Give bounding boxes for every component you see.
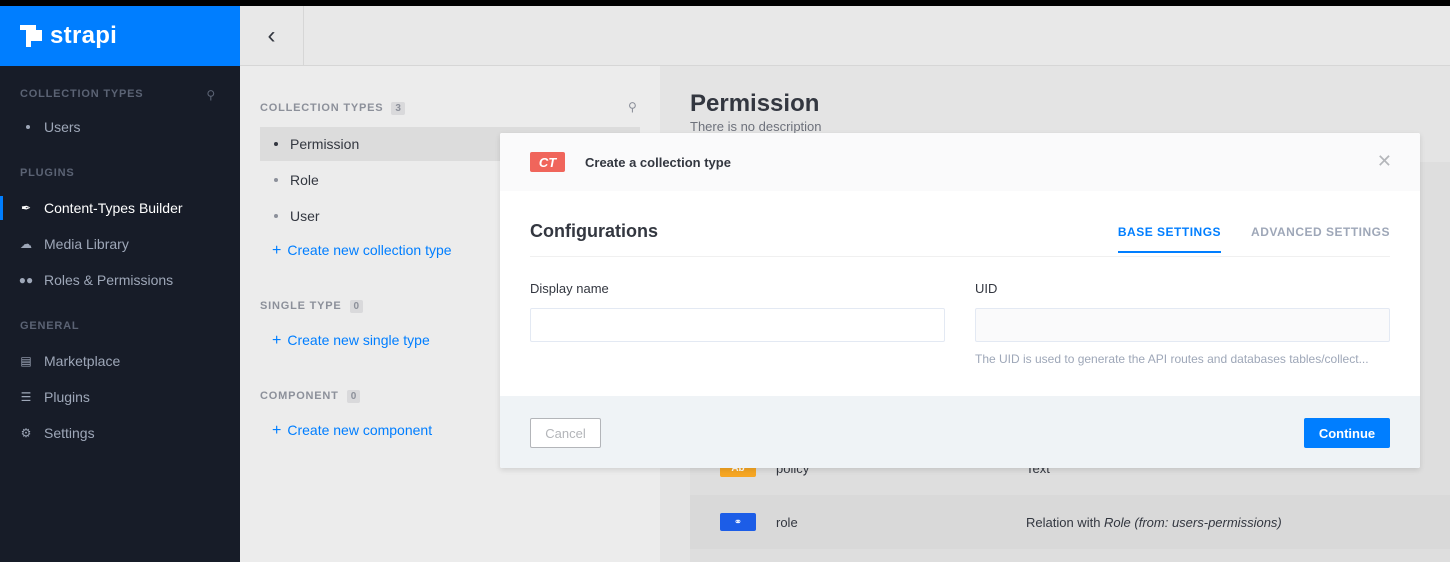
nav-item-users[interactable]: Users <box>0 109 240 145</box>
header: ‹ <box>240 6 1450 66</box>
uid-hint: The UID is used to generate the API rout… <box>975 352 1369 366</box>
back-button[interactable]: ‹ <box>240 6 304 66</box>
nav-item-marketplace[interactable]: ▤ Marketplace <box>0 343 240 379</box>
table-row[interactable]: ⚭ role Relation with Role (from: users-p… <box>690 495 1450 549</box>
modal-title: Create a collection type <box>585 154 731 170</box>
count-badge: 0 <box>349 300 364 313</box>
nav-item-settings[interactable]: ⚙ Settings <box>0 415 240 451</box>
brand-name: strapi <box>50 22 118 49</box>
uid-input[interactable] <box>975 308 1390 342</box>
nav-section-collection-types: COLLECTION TYPES ⚲ <box>20 86 216 104</box>
basket-icon: ▤ <box>20 354 32 368</box>
modal-header: CT Create a collection type ✕ <box>500 133 1420 191</box>
search-icon[interactable]: ⚲ <box>206 86 216 104</box>
page-description: There is no description <box>690 119 822 134</box>
display-name-label: Display name <box>530 281 609 296</box>
nav-item-plugins[interactable]: ☰ Plugins <box>0 379 240 415</box>
ctb-single-type-title: SINGLE TYPE 0 <box>260 300 364 313</box>
create-single-type-link[interactable]: + Create new single type <box>272 332 430 350</box>
brush-icon: ✒ <box>20 201 32 215</box>
field-name: role <box>776 514 798 530</box>
plus-icon: + <box>272 332 282 349</box>
relation-field-icon: ⚭ <box>720 513 756 531</box>
close-icon[interactable]: ✕ <box>1377 151 1392 172</box>
users-icon: ●● <box>18 273 34 287</box>
divider <box>530 256 1390 257</box>
continue-button[interactable]: Continue <box>1304 418 1390 448</box>
settings-tabs: BASE SETTINGS ADVANCED SETTINGS <box>1088 225 1390 253</box>
create-collection-type-modal: CT Create a collection type ✕ Configurat… <box>500 133 1420 468</box>
uid-label: UID <box>975 281 998 296</box>
search-icon[interactable]: ⚲ <box>628 100 637 114</box>
nav-item-roles-permissions[interactable]: ●● Roles & Permissions <box>0 262 240 298</box>
nav-section-general: GENERAL <box>20 320 80 332</box>
plus-icon: + <box>272 422 282 439</box>
count-badge: 0 <box>346 390 361 403</box>
plus-icon: + <box>272 242 282 259</box>
strapi-logo-icon <box>20 25 44 47</box>
main-navigation: strapi COLLECTION TYPES ⚲ Users PLUGINS … <box>0 6 240 562</box>
ctb-collection-types-title: COLLECTION TYPES 3 <box>260 102 405 115</box>
list-icon: ☰ <box>20 390 32 404</box>
tab-advanced-settings[interactable]: ADVANCED SETTINGS <box>1251 225 1390 253</box>
strapi-logo[interactable]: strapi <box>0 6 240 66</box>
display-name-input[interactable] <box>530 308 945 342</box>
nav-item-content-types-builder[interactable]: ✒ Content-Types Builder <box>0 190 240 226</box>
modal-footer: Cancel Continue <box>500 396 1420 468</box>
bullet-icon <box>274 142 278 146</box>
cancel-button[interactable]: Cancel <box>530 418 601 448</box>
nav-item-media-library[interactable]: ☁ Media Library <box>0 226 240 262</box>
bullet-icon <box>274 214 278 218</box>
ctb-component-title: COMPONENT 0 <box>260 390 361 403</box>
page-title: Permission <box>690 90 820 117</box>
count-badge: 3 <box>391 102 405 115</box>
modal-subtitle: Configurations <box>530 221 658 241</box>
field-type: Relation with Role (from: users-permissi… <box>1026 514 1282 530</box>
cloud-icon: ☁ <box>20 237 32 251</box>
gear-icon: ⚙ <box>20 426 32 440</box>
collection-type-badge: CT <box>530 152 565 172</box>
chevron-left-icon: ‹ <box>267 22 276 49</box>
tab-base-settings[interactable]: BASE SETTINGS <box>1117 225 1222 253</box>
create-collection-type-link[interactable]: + Create new collection type <box>272 242 452 260</box>
bullet-icon <box>274 178 278 182</box>
create-component-link[interactable]: + Create new component <box>272 422 432 440</box>
nav-section-plugins: PLUGINS <box>20 167 75 179</box>
bullet-icon <box>26 125 30 129</box>
